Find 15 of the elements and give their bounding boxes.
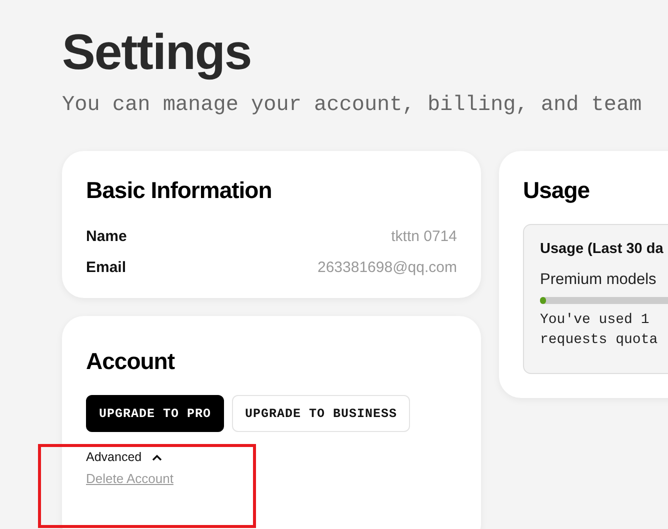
card-title: Account xyxy=(86,348,176,375)
usage-note: You've used 1 requests quota xyxy=(540,311,659,350)
page-subtitle: You can manage your account, billing, and team xyxy=(62,94,643,117)
page-title: Settings xyxy=(62,23,252,82)
panel-title: Usage (Last 30 da xyxy=(540,241,664,257)
upgrade-outline-button[interactable]: UPGRADE TO BUSINESS xyxy=(232,395,410,432)
upgrade-button[interactable]: UPGRADE TO PRO xyxy=(86,395,224,432)
field-value: tkttn 0714 xyxy=(391,228,457,245)
advanced-toggle[interactable]: Advanced xyxy=(86,450,162,464)
meter-label: Premium models xyxy=(540,271,658,289)
field-label: Email xyxy=(86,259,126,276)
field-value: 263381698@qq.com xyxy=(318,259,457,276)
card-title: Basic Information xyxy=(86,177,273,204)
field-label: Name xyxy=(86,228,127,245)
card-title: Usage xyxy=(523,177,591,204)
